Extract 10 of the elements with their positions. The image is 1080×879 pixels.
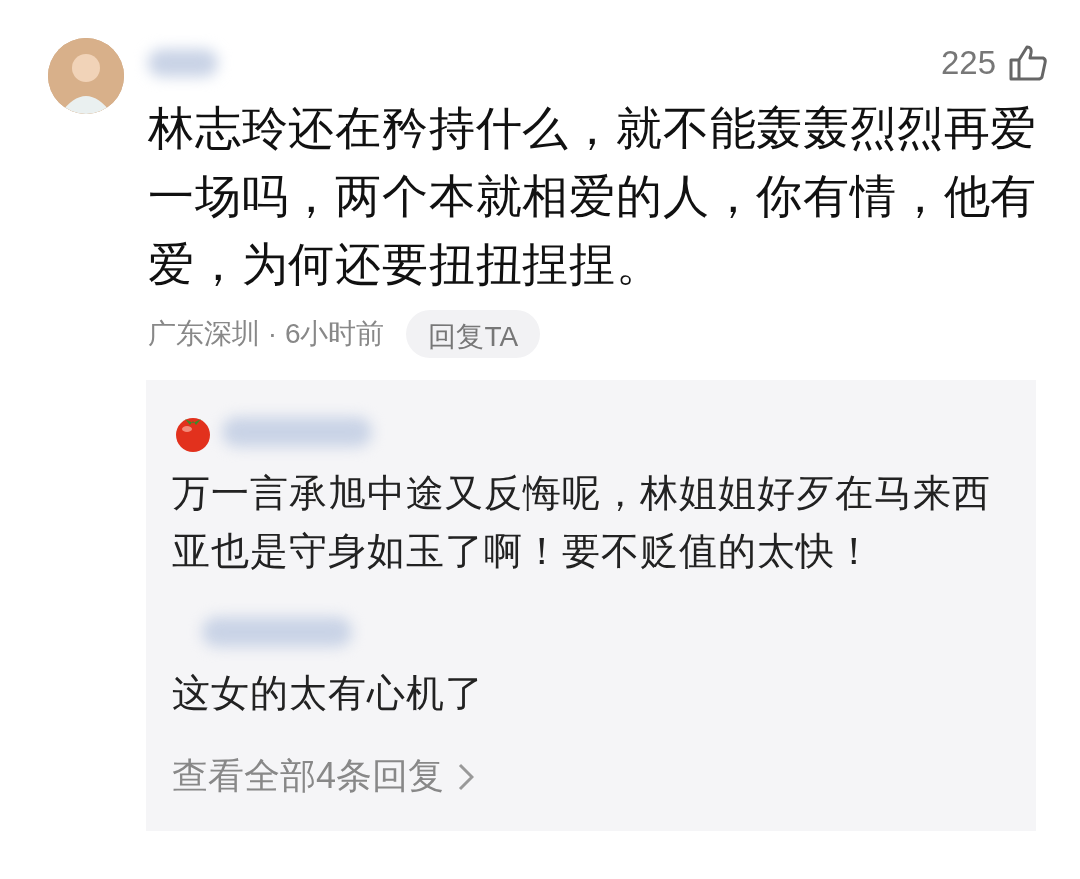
view-all-replies-link[interactable]: 查看全部4条回复 [172,752,1010,801]
blurred-name [148,49,218,77]
thumbs-up-icon[interactable] [1008,44,1048,82]
chevron-right-icon [458,762,475,791]
reply-button[interactable]: 回复TA [406,310,541,358]
reply-text: 这女的太有心机了 [172,671,485,716]
reply-text: 万一言承旭中途又反悔呢，林姐姐好歹在马来西亚也是守身如玉了啊！要不贬值的太快！ [172,471,992,574]
comment-text: 林志玲还在矜持什么，就不能轰轰烈烈再爱一场吗，两个本就相爱的人，你有情，他有爱，为何还要扭扭捏捏。 [148,101,1039,292]
location-time: 广东深圳 · 6小时前 [148,317,385,351]
like-count: 225 [940,44,996,82]
